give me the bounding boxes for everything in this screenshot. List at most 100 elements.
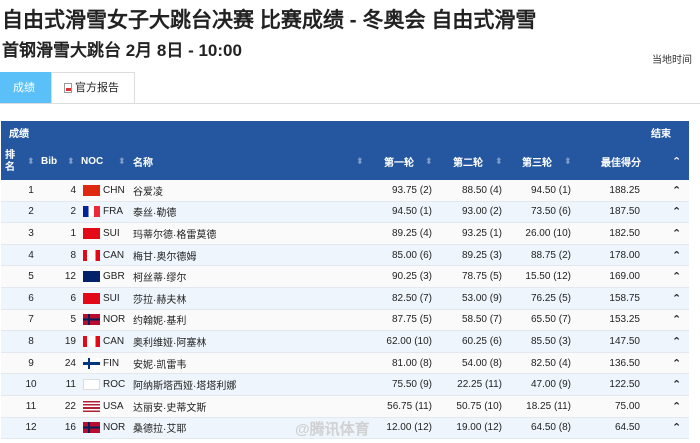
athlete-name[interactable]: 玛蒂尔德·格雷莫德 [133,223,216,244]
noc: GBR [83,266,125,287]
expand-icon[interactable]: ⌃ [672,180,681,201]
expand-icon[interactable]: ⌃ [672,396,681,417]
expand-icon[interactable]: ⌃ [672,266,681,287]
rank: 3 [28,227,34,239]
sort-icon[interactable]: ⬍ [27,143,35,180]
table-row[interactable]: 10 11 ROC 阿纳斯塔西娅·塔塔利娜 75.50 (9) 22.25 (1… [1,374,689,396]
round1-score: 82.50 (7) [391,292,432,304]
table-row[interactable]: 5 12 GBR 柯丝蒂·缪尔 90.25 (3) 78.75 (5) 15.5… [1,266,689,288]
tab-official-report[interactable]: 官方报告 [51,72,135,103]
athlete-name[interactable]: 梅甘·奥尔德姆 [133,245,196,266]
best-score: 158.75 [609,292,640,304]
rank: 7 [28,314,34,326]
col-best[interactable]: 最佳得分 [601,143,641,180]
col-round3[interactable]: 第三轮 [522,143,552,180]
flag-icon [83,314,100,326]
noc: USA [83,396,124,417]
athlete-name[interactable]: 柯丝蒂·缪尔 [133,266,186,287]
rank: 11 [25,400,37,412]
bib: 12 [64,271,76,283]
rank: 8 [28,335,34,347]
rank: 1 [28,184,34,196]
noc-code: CHN [103,184,125,196]
noc-code: NOR [103,314,126,326]
table-row[interactable]: 7 5 NOR 约翰妮·基利 87.75 (5) 58.50 (7) 65.50… [1,309,689,332]
expand-icon[interactable]: ⌃ [672,374,681,395]
noc-code: FIN [103,357,120,369]
athlete-name[interactable]: 奥利维娅·阿塞林 [133,331,206,352]
tab-label: 官方报告 [75,81,119,94]
expand-icon[interactable]: ⌃ [672,288,681,309]
table-row[interactable]: 4 8 CAN 梅甘·奥尔德姆 85.00 (6) 89.25 (3) 88.7… [1,244,689,267]
athlete-name[interactable]: 泰丝·勒德 [133,202,176,223]
round3-score: 47.00 (9) [530,379,571,391]
col-round2[interactable]: 第二轮 [453,143,483,180]
table-row[interactable]: 3 1 SUI 玛蒂尔德·格雷莫德 89.25 (4) 93.25 (1) 26… [1,223,689,245]
athlete-name[interactable]: 莎拉·赫夫林 [133,288,186,309]
round2-score: 19.00 (12) [456,422,502,434]
sort-icon[interactable]: ⬍ [564,143,572,180]
sort-icon[interactable]: ⬍ [425,143,433,180]
round1-score: 89.25 (4) [391,227,432,239]
bib: 19 [64,335,76,347]
sort-icon[interactable]: ⬍ [67,143,75,180]
expand-icon[interactable]: ⌃ [672,353,681,374]
collapse-icon[interactable]: ⌃ [672,143,681,180]
watermark: @腾讯体育 [295,421,370,438]
tab-results[interactable]: 成绩 [0,72,51,103]
best-score: 122.50 [609,379,640,391]
athlete-name[interactable]: 约翰妮·基利 [133,310,186,331]
col-bib[interactable]: Bib [41,143,57,180]
flag-icon [83,422,100,434]
expand-icon[interactable]: ⌃ [672,202,681,223]
table-row[interactable]: 6 6 SUI 莎拉·赫夫林 82.50 (7) 53.00 (9) 76.25… [1,287,689,310]
expand-icon[interactable]: ⌃ [672,245,681,266]
athlete-name[interactable]: 谷爱凌 [133,180,163,201]
table-row[interactable]: 11 22 USA 达丽安·史蒂文斯 56.75 (11) 50.75 (10)… [1,395,689,418]
page-title: 自由式滑雪女子大跳台决赛 比赛成绩 - 冬奥会 自由式滑雪 [2,9,537,32]
best-score: 147.50 [609,335,640,347]
round3-score: 88.75 (2) [530,249,571,261]
expand-icon[interactable]: ⌃ [672,223,681,244]
local-time-label: 当地时间 [652,55,692,66]
col-rank[interactable]: 排名 [5,143,17,180]
round3-score: 76.25 (5) [530,292,571,304]
expand-icon[interactable]: ⌃ [672,331,681,352]
round1-score: 12.00 (12) [386,422,432,434]
flag-icon [83,271,100,283]
flag-icon [83,184,100,196]
col-round1[interactable]: 第一轮 [384,143,414,180]
table-row[interactable]: 8 19 CAN 奥利维娅·阿塞林 62.00 (10) 60.25 (6) 8… [1,331,689,353]
sort-icon[interactable]: ⬍ [356,143,364,180]
expand-icon[interactable]: ⌃ [672,310,681,331]
bib: 22 [64,400,76,412]
sort-icon[interactable]: ⬍ [118,143,126,180]
flag-icon [83,292,100,304]
round3-score: 85.50 (3) [530,335,571,347]
athlete-name[interactable]: 达丽安·史蒂文斯 [133,396,206,417]
round1-score: 56.75 (11) [387,400,432,412]
expand-icon[interactable]: ⌃ [672,418,681,439]
round2-score: 93.25 (1) [461,227,502,239]
table-row[interactable]: 2 2 FRA 泰丝·勒德 94.50 (1) 93.00 (2) 73.50 … [1,201,689,224]
round1-score: 87.75 (5) [391,314,432,326]
round1-score: 85.00 (6) [391,249,432,261]
best-score: 136.50 [609,357,640,369]
athlete-name[interactable]: 安妮·凯雷韦 [133,353,186,374]
athlete-name[interactable]: 阿纳斯塔西娅·塔塔利娜 [133,374,236,395]
flag-icon [83,379,100,391]
round2-score: 50.75 (10) [456,400,502,412]
table-row[interactable]: 9 24 FIN 安妮·凯雷韦 81.00 (8) 54.00 (8) 82.5… [1,352,689,375]
col-noc[interactable]: NOC [81,143,103,180]
round1-score: 90.25 (3) [391,271,432,283]
sort-icon[interactable]: ⬍ [495,143,503,180]
round3-score: 82.50 (4) [530,357,571,369]
noc-code: USA [103,400,124,412]
table-row[interactable]: 1 4 CHN 谷爱凌 93.75 (2) 88.50 (4) 94.50 (1… [1,180,689,202]
col-name[interactable]: 名称 [133,143,153,180]
athlete-name[interactable]: 桑德拉·艾耶 [133,418,186,439]
bib: 8 [70,249,76,261]
round2-score: 54.00 (8) [461,357,502,369]
rank: 10 [25,379,37,391]
noc-code: CAN [103,249,125,261]
